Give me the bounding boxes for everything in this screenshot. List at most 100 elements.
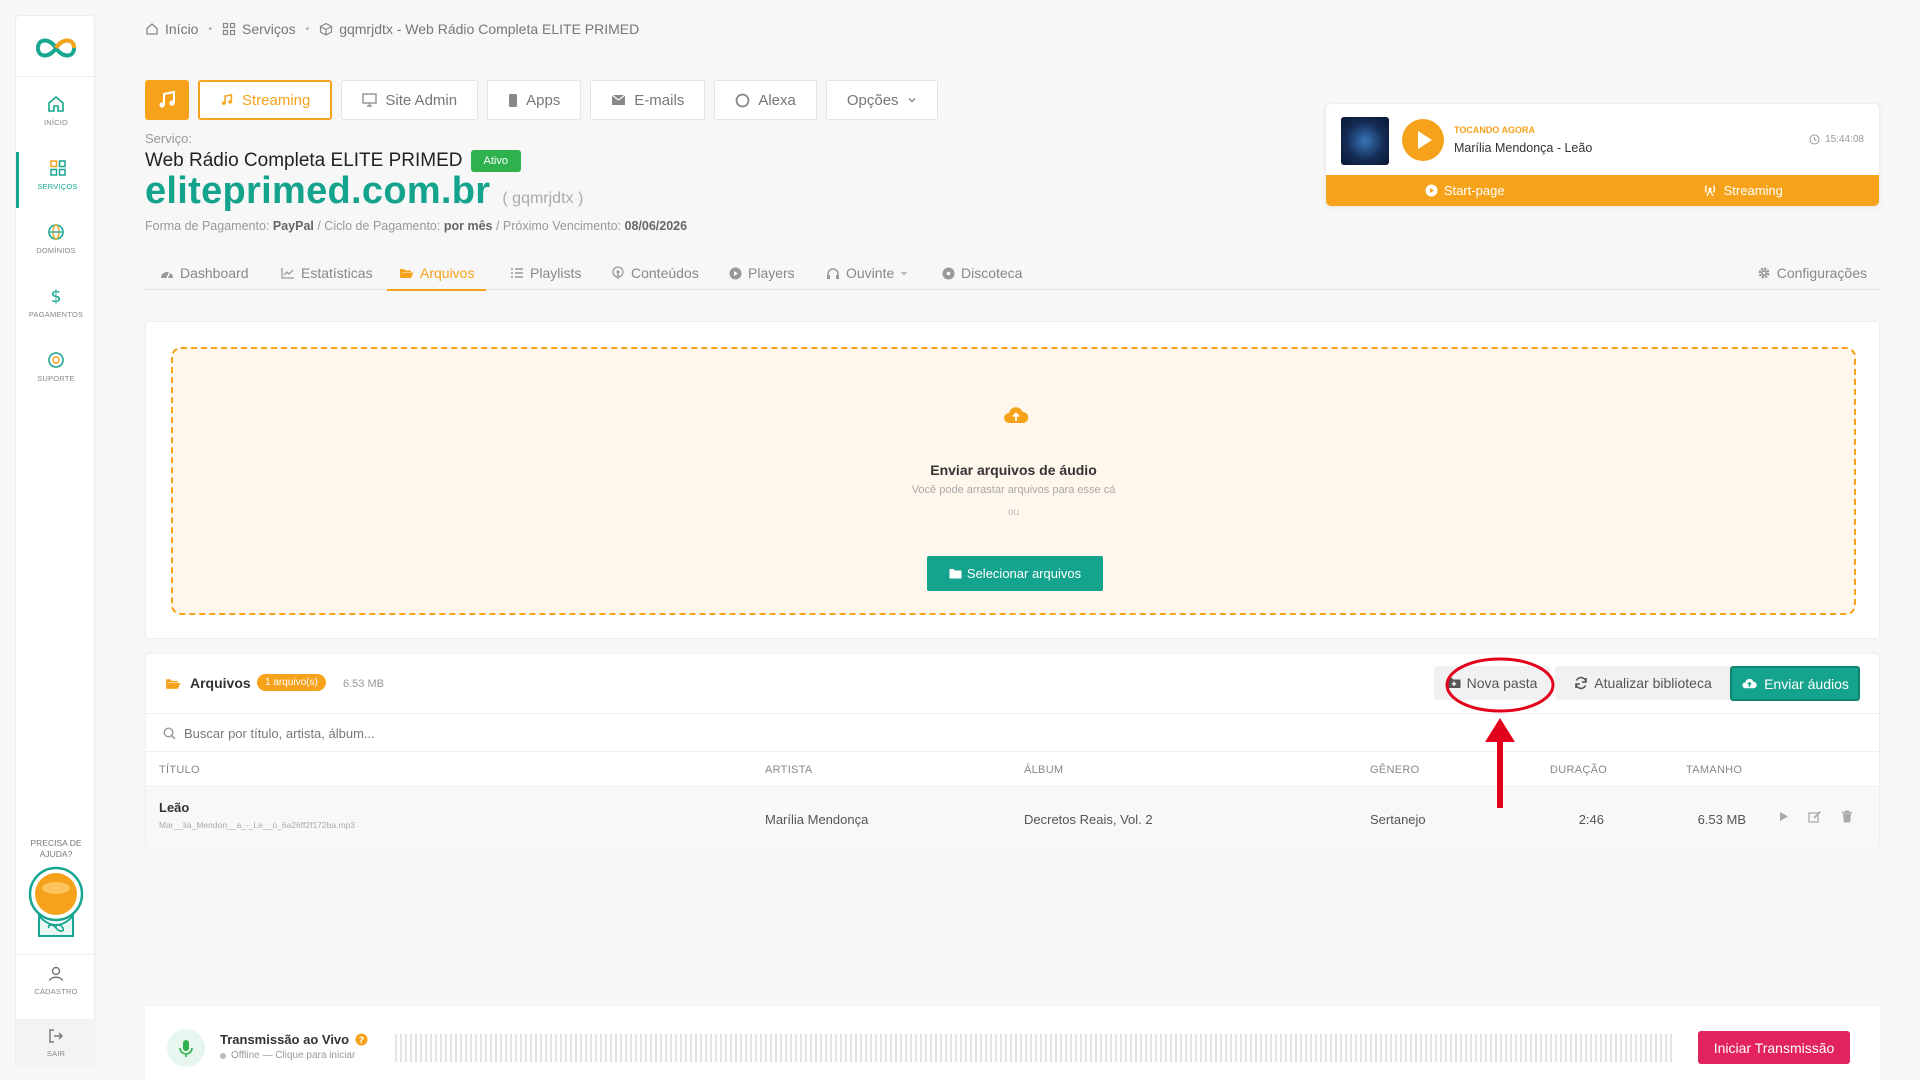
play-track-icon[interactable] <box>1777 810 1790 823</box>
column-duracao[interactable]: Duração <box>1550 764 1607 776</box>
sidebar-item-label: Domínios <box>36 246 76 255</box>
mobile-icon <box>509 93 518 107</box>
sidebar-item-label: Suporte <box>37 374 75 383</box>
tab-configuracoes[interactable]: Configurações <box>1757 256 1867 290</box>
start-broadcast-button[interactable]: Iniciar Transmissão <box>1698 1031 1850 1064</box>
play-button[interactable] <box>1402 119 1444 161</box>
delete-track-icon[interactable] <box>1841 810 1853 823</box>
sidebar-item-servicos[interactable]: Serviços <box>16 152 96 208</box>
home-icon <box>48 95 64 112</box>
tab-label: Estatísticas <box>301 265 373 281</box>
service-nav-emails[interactable]: E-mails <box>590 80 706 120</box>
service-nav-apps[interactable]: Apps <box>487 80 582 120</box>
service-username: ( gqmrjdtx ) <box>502 190 584 207</box>
column-artista[interactable]: Artista <box>765 764 813 776</box>
gauge-icon <box>161 271 173 279</box>
track-size: 6.53 MB <box>1697 812 1746 827</box>
track-genre: Sertanejo <box>1370 812 1426 827</box>
column-titulo[interactable]: Título <box>159 764 200 776</box>
sidebar-item-sair[interactable]: Sair <box>16 1019 96 1067</box>
sidebar-item-suporte[interactable]: Suporte <box>16 344 96 400</box>
mascot-avatar[interactable] <box>27 864 85 954</box>
start-page-link[interactable]: Start-page <box>1326 175 1604 206</box>
upload-or: ou <box>1007 507 1020 518</box>
upload-dropzone[interactable]: Enviar arquivos de áudio Você pode arras… <box>171 347 1856 615</box>
help-icon[interactable]: ? <box>355 1033 368 1046</box>
music-service-button[interactable] <box>145 80 189 120</box>
sidebar-item-label: Cadastro <box>34 987 78 996</box>
column-album[interactable]: Álbum <box>1024 764 1063 776</box>
play-circle-icon <box>729 267 742 279</box>
edit-track-icon[interactable] <box>1808 810 1822 823</box>
send-audio-button[interactable]: Enviar áudios <box>1730 666 1860 701</box>
column-tamanho[interactable]: Tamanho <box>1686 764 1742 776</box>
service-nav-label: Streaming <box>242 91 311 109</box>
svg-text:?: ? <box>359 1036 364 1046</box>
breadcrumb-home[interactable]: Início <box>145 21 198 37</box>
streaming-link[interactable]: Streaming <box>1604 175 1880 206</box>
upload-card: Enviar arquivos de áudio Você pode arras… <box>145 321 1880 639</box>
tab-ouvinte[interactable]: Ouvinte <box>826 256 908 290</box>
chevron-down-icon <box>901 271 908 276</box>
breadcrumb: Início • Serviços • gqmrjdtx - Web Rádio… <box>145 19 639 39</box>
sidebar-item-label: Início <box>43 118 69 127</box>
service-name-row: Web Rádio Completa ELITE PRIMED Ativo <box>145 150 521 172</box>
tab-label: Ouvinte <box>846 265 895 281</box>
domain-row: eliteprimed.com.br ( gqmrjdtx ) <box>145 170 583 213</box>
track-duration: 2:46 <box>1578 812 1604 827</box>
tab-discoteca[interactable]: Discoteca <box>942 256 1022 290</box>
grid-icon <box>49 160 66 176</box>
refresh-library-button[interactable]: Atualizar biblioteca <box>1555 666 1731 700</box>
service-nav-alexa[interactable]: Alexa <box>714 80 817 120</box>
sidebar: Início Serviços Domínios $ Pagamentos Su… <box>15 15 96 1067</box>
brand-logo[interactable] <box>28 32 84 64</box>
tab-playlists[interactable]: Playlists <box>510 256 581 290</box>
dollar-icon: $ <box>51 287 62 306</box>
track-title: Leão <box>159 800 190 815</box>
service-nav-streaming[interactable]: Streaming <box>198 80 333 120</box>
music-note-icon <box>222 93 233 105</box>
files-table-header: Título Artista Álbum Gênero Duração Tama… <box>146 752 1879 787</box>
tab-dashboard[interactable]: Dashboard <box>160 256 249 290</box>
billing-cycle: por mês <box>443 219 493 233</box>
breadcrumb-label: Serviços <box>241 21 296 37</box>
service-nav-opcoes[interactable]: Opções <box>825 80 938 120</box>
table-row[interactable]: Leão Mar__lia_Mendon__a_-_Le__o_6a26ff2f… <box>146 788 1879 848</box>
sidebar-item-inicio[interactable]: Início <box>16 88 96 144</box>
line-chart-icon <box>281 268 294 279</box>
new-folder-button[interactable]: Nova pasta <box>1434 666 1550 700</box>
sidebar-item-pagamentos[interactable]: $ Pagamentos <box>16 280 96 336</box>
grid-icon <box>222 22 236 36</box>
track-album: Decretos Reais, Vol. 2 <box>1024 812 1153 827</box>
tab-estatisticas[interactable]: Estatísticas <box>281 256 373 290</box>
new-folder-label: Nova pasta <box>1466 675 1538 691</box>
payment-method-label: Forma de Pagamento: <box>145 219 270 233</box>
refresh-icon <box>1575 676 1588 690</box>
now-playing-time-value: 15:44:08 <box>1825 134 1864 145</box>
breadcrumb-separator: • <box>305 23 310 35</box>
breadcrumb-separator: • <box>208 23 212 35</box>
select-files-button[interactable]: Selecionar arquivos <box>927 556 1103 591</box>
tab-players[interactable]: Players <box>729 256 795 290</box>
breadcrumb-services[interactable]: Serviços <box>222 21 296 37</box>
sidebar-item-cadastro[interactable]: Cadastro <box>16 954 96 1014</box>
search-input[interactable] <box>184 722 784 744</box>
upload-title: Enviar arquivos de áudio <box>930 462 1097 478</box>
microphone-icon <box>179 1040 193 1057</box>
live-status: Offline — Clique para iniciar <box>220 1050 355 1061</box>
column-genero[interactable]: Gênero <box>1370 764 1419 776</box>
gear-icon <box>1758 267 1770 279</box>
now-playing-label: Tocando agora <box>1454 125 1535 135</box>
microphone-button[interactable] <box>167 1029 205 1067</box>
service-domain[interactable]: eliteprimed.com.br <box>145 170 490 213</box>
globe-icon <box>48 224 64 240</box>
service-nav-site-admin[interactable]: Site Admin <box>341 80 479 120</box>
podcast-icon <box>612 266 624 279</box>
breadcrumb-label: Início <box>165 21 199 37</box>
tab-conteudos[interactable]: Conteúdos <box>611 256 699 290</box>
tab-arquivos[interactable]: Arquivos <box>387 256 487 291</box>
sidebar-item-dominios[interactable]: Domínios <box>16 216 96 272</box>
folder-open-icon <box>400 268 414 278</box>
album-cover <box>1341 117 1389 165</box>
file-search <box>146 714 1879 752</box>
